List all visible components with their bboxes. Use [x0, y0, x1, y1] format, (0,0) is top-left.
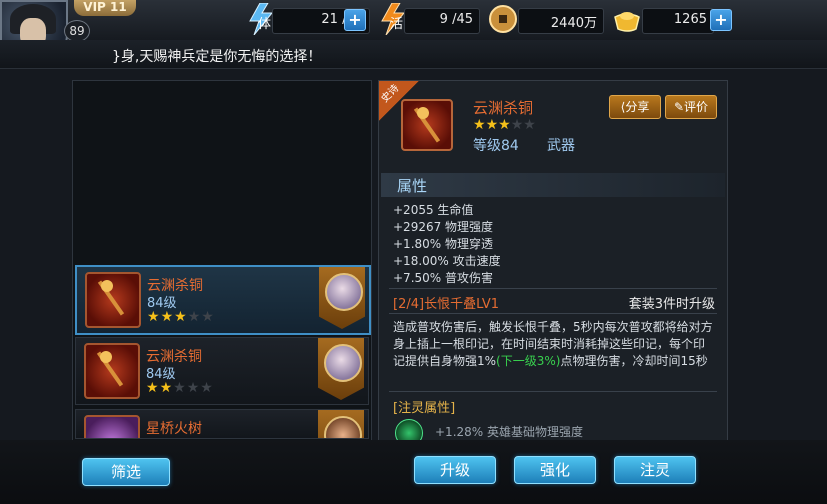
divider: [389, 391, 717, 392]
skill-name: [2/4]长恨千叠LV1: [393, 297, 500, 312]
star-empty-icon: ★: [187, 309, 202, 325]
list-item[interactable]: 星桥火树: [75, 409, 369, 439]
attribute-line: +18.00% 攻击速度: [393, 254, 501, 268]
equipped-hero-badge[interactable]: [318, 338, 364, 400]
gold-value: 1265: [673, 12, 707, 27]
gold-add-button[interactable]: +: [710, 9, 732, 31]
list-item[interactable]: 云渊杀铜 84级 ★★★★★: [75, 265, 371, 335]
coins-value: 2440万: [550, 16, 597, 31]
item-stars: ★★★★★: [147, 309, 215, 325]
skill-description: 造成普攻伤害后，触发长恨千叠，5秒内每次普攻都将给对方身上插上一根印记，在时间结…: [393, 319, 715, 370]
coins-box: 2440万: [518, 8, 604, 34]
weapon-stars: ★★★★★: [473, 117, 536, 133]
star-icon: ★: [174, 309, 188, 325]
player-level-badge: 89: [64, 20, 90, 42]
weapon-name: 云渊杀铜: [473, 99, 534, 117]
staff-gem: [100, 351, 112, 363]
weapon-staff-icon: [84, 343, 140, 399]
list-item[interactable]: 云渊杀铜 84级 ★★★★★: [75, 337, 369, 405]
stamina-add-button[interactable]: +: [344, 9, 366, 31]
star-icon: ★: [146, 380, 160, 396]
vigor-label: 活: [390, 17, 404, 32]
vigor-value: 9 /45: [439, 12, 473, 27]
gold-ingot-icon: [614, 12, 640, 32]
star-icon: ★: [498, 117, 511, 133]
star-icon: ★: [473, 117, 486, 133]
divider: [389, 313, 717, 314]
section-title: 属性: [397, 177, 428, 195]
enhance-button[interactable]: 强化: [514, 456, 596, 484]
star-empty-icon: ★: [510, 117, 524, 133]
star-empty-icon: ★: [173, 380, 187, 396]
marquee-text: }身,天赐神兵定是你无悔的选择！: [112, 49, 322, 65]
staff-gem: [417, 107, 429, 119]
vip-badge[interactable]: VIP 11: [74, 0, 136, 16]
weapon-staff-icon: [401, 99, 453, 151]
share-button[interactable]: ⟨分享: [609, 95, 661, 119]
equipped-hero-badge[interactable]: [318, 410, 364, 438]
attribute-line: +1.80% 物理穿透: [393, 237, 493, 251]
star-empty-icon: ★: [200, 380, 214, 396]
weapon-type: 武器: [547, 138, 575, 154]
soul-attribute-line: +1.28% 英雄基础物理强度: [435, 425, 583, 439]
star-empty-icon: ★: [523, 117, 536, 133]
soul-attribute-title: [注灵属性]: [393, 401, 456, 416]
weapon-level: 等级84: [473, 138, 519, 154]
star-empty-icon: ★: [186, 380, 201, 396]
vigor-box: 9 /45: [404, 8, 480, 34]
stamina-label: 体: [258, 17, 272, 32]
item-name: 星桥火树: [146, 421, 202, 437]
skill-upgrade-hint: 套装3件时升级: [628, 297, 715, 312]
skill-desc-text-end: 点物理伤害，冷却时间15秒: [560, 354, 708, 368]
announcement-marquee: }身,天赐神兵定是你无悔的选择！: [0, 40, 827, 69]
star-icon: ★: [159, 380, 174, 396]
hero-portrait-icon: [325, 273, 363, 311]
star-icon: ★: [160, 309, 175, 325]
rate-label: 评价: [684, 100, 709, 114]
rate-button[interactable]: ✎评价: [665, 95, 717, 119]
equipment-list-panel[interactable]: 云渊杀铜 84级 ★★★★★ 云渊杀铜 84级 ★★★★★ 星桥火树: [72, 80, 372, 502]
rarity-label: 史诗: [379, 82, 402, 105]
infuse-button[interactable]: 注灵: [614, 456, 696, 484]
equipped-hero-badge[interactable]: [319, 267, 365, 329]
attribute-line: +2055 生命值: [393, 203, 474, 217]
item-stars: ★★★★★: [146, 380, 214, 396]
share-label: 分享: [625, 100, 650, 114]
equipment-detail-panel: 史诗 云渊杀铜 ★★★★★ 等级84 武器 ⟨分享 ✎评价 属性 +2055 生…: [378, 80, 728, 502]
weapon-staff-icon: [85, 272, 141, 328]
hero-portrait-icon: [324, 416, 362, 438]
attribute-line: +29267 物理强度: [393, 220, 494, 234]
hero-portrait-icon: [324, 344, 362, 382]
star-icon: ★: [147, 309, 161, 325]
skill-desc-next-level: (下一级3%): [496, 354, 561, 368]
edit-icon: ✎: [673, 100, 685, 114]
gold-box: 1265: [642, 8, 714, 34]
copper-coin-icon: [489, 5, 517, 33]
star-empty-icon: ★: [201, 309, 215, 325]
attribute-line: +7.50% 普攻伤害: [393, 271, 493, 285]
star-icon: ★: [485, 117, 499, 133]
tree-item-icon: [84, 415, 140, 438]
attributes-section-header: 属性: [381, 173, 725, 197]
staff-gem: [101, 280, 113, 292]
divider: [389, 288, 717, 289]
filter-button[interactable]: 筛选: [82, 458, 170, 486]
upgrade-button[interactable]: 升级: [414, 456, 496, 484]
